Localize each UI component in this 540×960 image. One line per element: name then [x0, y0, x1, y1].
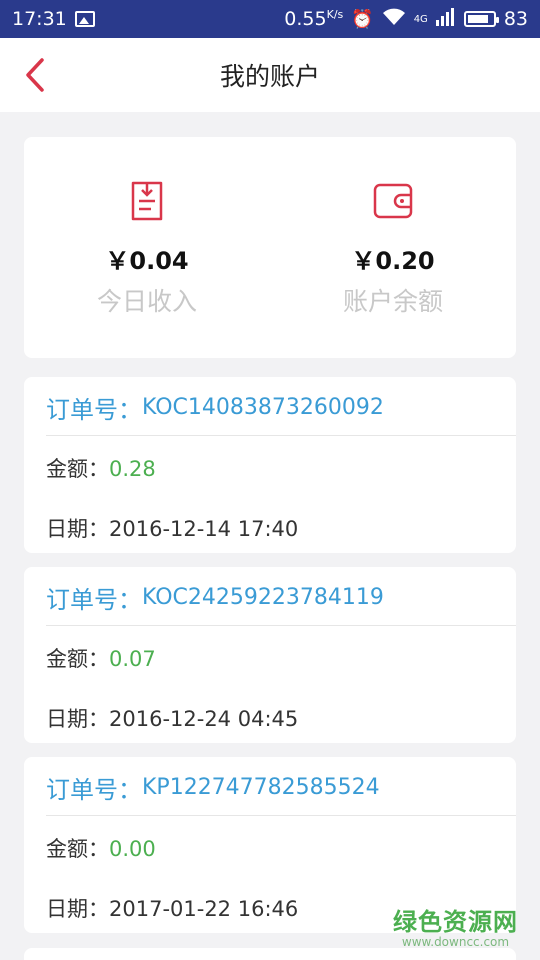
watermark-url: www.downcc.com [401, 935, 510, 949]
order-divider [46, 625, 516, 626]
nav-bar: 我的账户 [0, 38, 540, 112]
order-amount-row: 金额：0.07 [46, 643, 156, 673]
page-title: 我的账户 [219, 62, 320, 91]
amount-label: 金额： [46, 647, 109, 671]
order-number-row: 订单号： KOC24259223784119 [46, 579, 384, 615]
order-date-row: 日期：2017-01-22 16:46 [46, 893, 298, 923]
balance-label: 账户余额 [342, 287, 443, 316]
order-number-row: 订单号： KP122747782585524 [46, 769, 380, 805]
order-number-row: 订单号： KOC14083873260092 [46, 389, 384, 425]
status-left: 17:31 [12, 8, 95, 30]
alarm-icon: ⏰ [351, 8, 374, 30]
order-number: KP122747782585524 [142, 774, 380, 800]
wallet-icon [373, 183, 413, 219]
today-income-section: ￥0.04 今日收入 [24, 179, 270, 318]
chevron-left-icon [26, 58, 44, 92]
income-download-icon [131, 181, 163, 221]
watermark-logo: 绿色资源网 www.downcc.com [393, 902, 518, 949]
status-right: 0.55K/s ⏰ 4G 83 [284, 7, 528, 31]
order-amount-row: 金额：0.28 [46, 453, 156, 483]
order-date-row: 日期：2016-12-24 04:45 [46, 703, 298, 733]
date-value: 2016-12-14 17:40 [109, 517, 299, 541]
today-income-label: 今日收入 [96, 287, 197, 316]
amount-label: 金额： [46, 837, 109, 861]
battery-icon [463, 11, 499, 27]
battery-fill [467, 15, 488, 23]
order-card[interactable]: 订单号： KOC24259223784119 金额：0.07 日期：2016-1… [24, 567, 516, 743]
date-label: 日期： [46, 897, 109, 921]
date-value: 2017-01-22 16:46 [109, 897, 299, 921]
order-date-row: 日期：2016-12-14 17:40 [46, 513, 298, 543]
order-card-partial[interactable] [24, 948, 516, 960]
order-number-label: 订单号： [46, 585, 142, 614]
amount-value: 0.00 [109, 837, 156, 861]
order-card[interactable]: 订单号： KOC14083873260092 金额：0.28 日期：2016-1… [24, 377, 516, 553]
amount-label: 金额： [46, 457, 109, 481]
date-label: 日期： [46, 707, 109, 731]
network-type: 4G [413, 13, 428, 25]
image-notification-icon [74, 11, 95, 27]
back-button[interactable] [20, 56, 50, 94]
date-label: 日期： [46, 517, 109, 541]
network-speed: 0.55K/s [284, 8, 344, 30]
watermark-main: 绿色资源网 [393, 908, 518, 936]
order-number-label: 订单号： [46, 395, 142, 424]
order-amount-row: 金额：0.00 [46, 833, 156, 863]
date-value: 2016-12-24 04:45 [109, 707, 299, 731]
order-number: KOC24259223784119 [142, 584, 384, 610]
order-number: KOC14083873260092 [142, 394, 384, 420]
order-divider [46, 815, 516, 816]
wifi-icon [382, 8, 406, 31]
order-divider [46, 435, 516, 436]
balance-section: ￥0.20 账户余额 [270, 179, 516, 318]
status-bar: 17:31 0.55K/s ⏰ 4G 83 [0, 0, 540, 38]
status-time: 17:31 [12, 8, 67, 30]
signal-icon [435, 7, 456, 31]
today-income-amount: ￥0.04 [105, 247, 189, 275]
amount-value: 0.28 [109, 457, 156, 481]
account-summary-card: ￥0.04 今日收入 ￥0.20 账户余额 [24, 137, 516, 358]
battery-level: 83 [503, 8, 528, 30]
balance-amount: ￥0.20 [351, 247, 435, 275]
amount-value: 0.07 [109, 647, 156, 671]
order-number-label: 订单号： [46, 775, 142, 804]
